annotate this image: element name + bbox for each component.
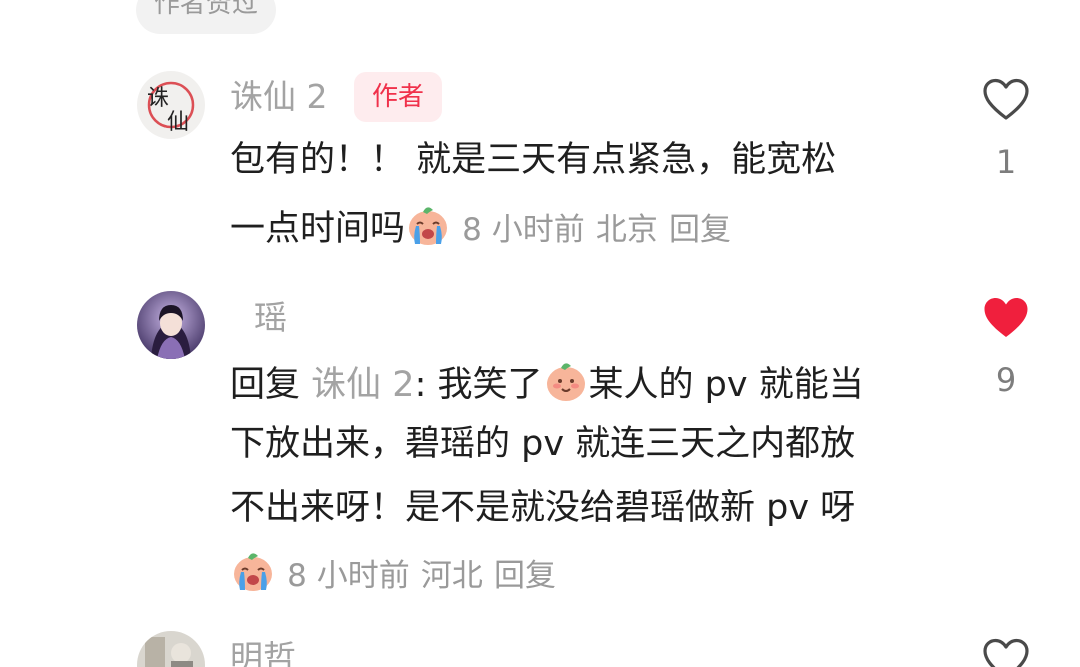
- svg-text:诛: 诛: [147, 86, 169, 111]
- comment-list: 作者赞过 诛 仙 诛仙 2 作者 包有的！！ 就是三天有点紧急，能宽松 一点时间…: [0, 0, 1080, 667]
- comment-text: 我笑了: [437, 365, 543, 405]
- comment-meta: 8 小时前 河北 回复: [230, 548, 556, 598]
- username[interactable]: 诛仙 2: [230, 77, 328, 117]
- avatar[interactable]: [137, 631, 205, 667]
- smiling-face-emoji: [543, 358, 589, 404]
- reply-prefix: 回复: [230, 365, 301, 405]
- like-count: 9: [995, 361, 1017, 399]
- username[interactable]: 瑶: [254, 298, 287, 338]
- avatar[interactable]: [137, 291, 205, 359]
- heart-filled-icon[interactable]: [982, 296, 1030, 344]
- avatar[interactable]: 诛 仙: [137, 71, 205, 139]
- svg-text:仙: 仙: [167, 110, 189, 135]
- author-badge: 作者: [354, 72, 442, 122]
- author-liked-badge: 作者赞过: [136, 0, 277, 34]
- comment-text: 某人的 pv 就能当: [588, 365, 864, 405]
- username[interactable]: 明哲: [230, 638, 296, 667]
- reply-separator: :: [414, 365, 427, 405]
- comment-time: 8 小时前: [287, 558, 410, 594]
- like-count: 1: [995, 143, 1017, 181]
- comment-text: 包有的！！ 就是三天有点紧急，能宽松: [230, 140, 837, 180]
- comment-text-line-2: 一点时间吗 8 小时前 北京 回复: [230, 202, 731, 252]
- crying-face-emoji: [230, 548, 276, 594]
- comment-location: 河北: [420, 558, 483, 594]
- crying-face-emoji: [405, 202, 451, 248]
- reply-button[interactable]: 回复: [669, 212, 731, 248]
- comment-text: 一点时间吗: [230, 209, 406, 249]
- heart-outline-icon[interactable]: [982, 78, 1030, 126]
- comment-text: 下放出来，碧瑶的 pv 就连三天之内都放: [230, 424, 856, 464]
- reply-to-username[interactable]: 诛仙 2: [311, 365, 414, 405]
- reply-button[interactable]: 回复: [494, 558, 556, 594]
- comment-text: 不出来呀！是不是就没给碧瑶做新 pv 呀: [230, 488, 856, 528]
- comment-location: 北京: [595, 212, 658, 248]
- comment-text-line-1: 回复 诛仙 2: 我笑了 某人的 pv 就能当: [230, 358, 864, 407]
- comment-time: 8 小时前: [462, 212, 585, 248]
- author-liked-label: 作者赞过: [154, 0, 259, 19]
- heart-outline-icon[interactable]: [982, 638, 1030, 667]
